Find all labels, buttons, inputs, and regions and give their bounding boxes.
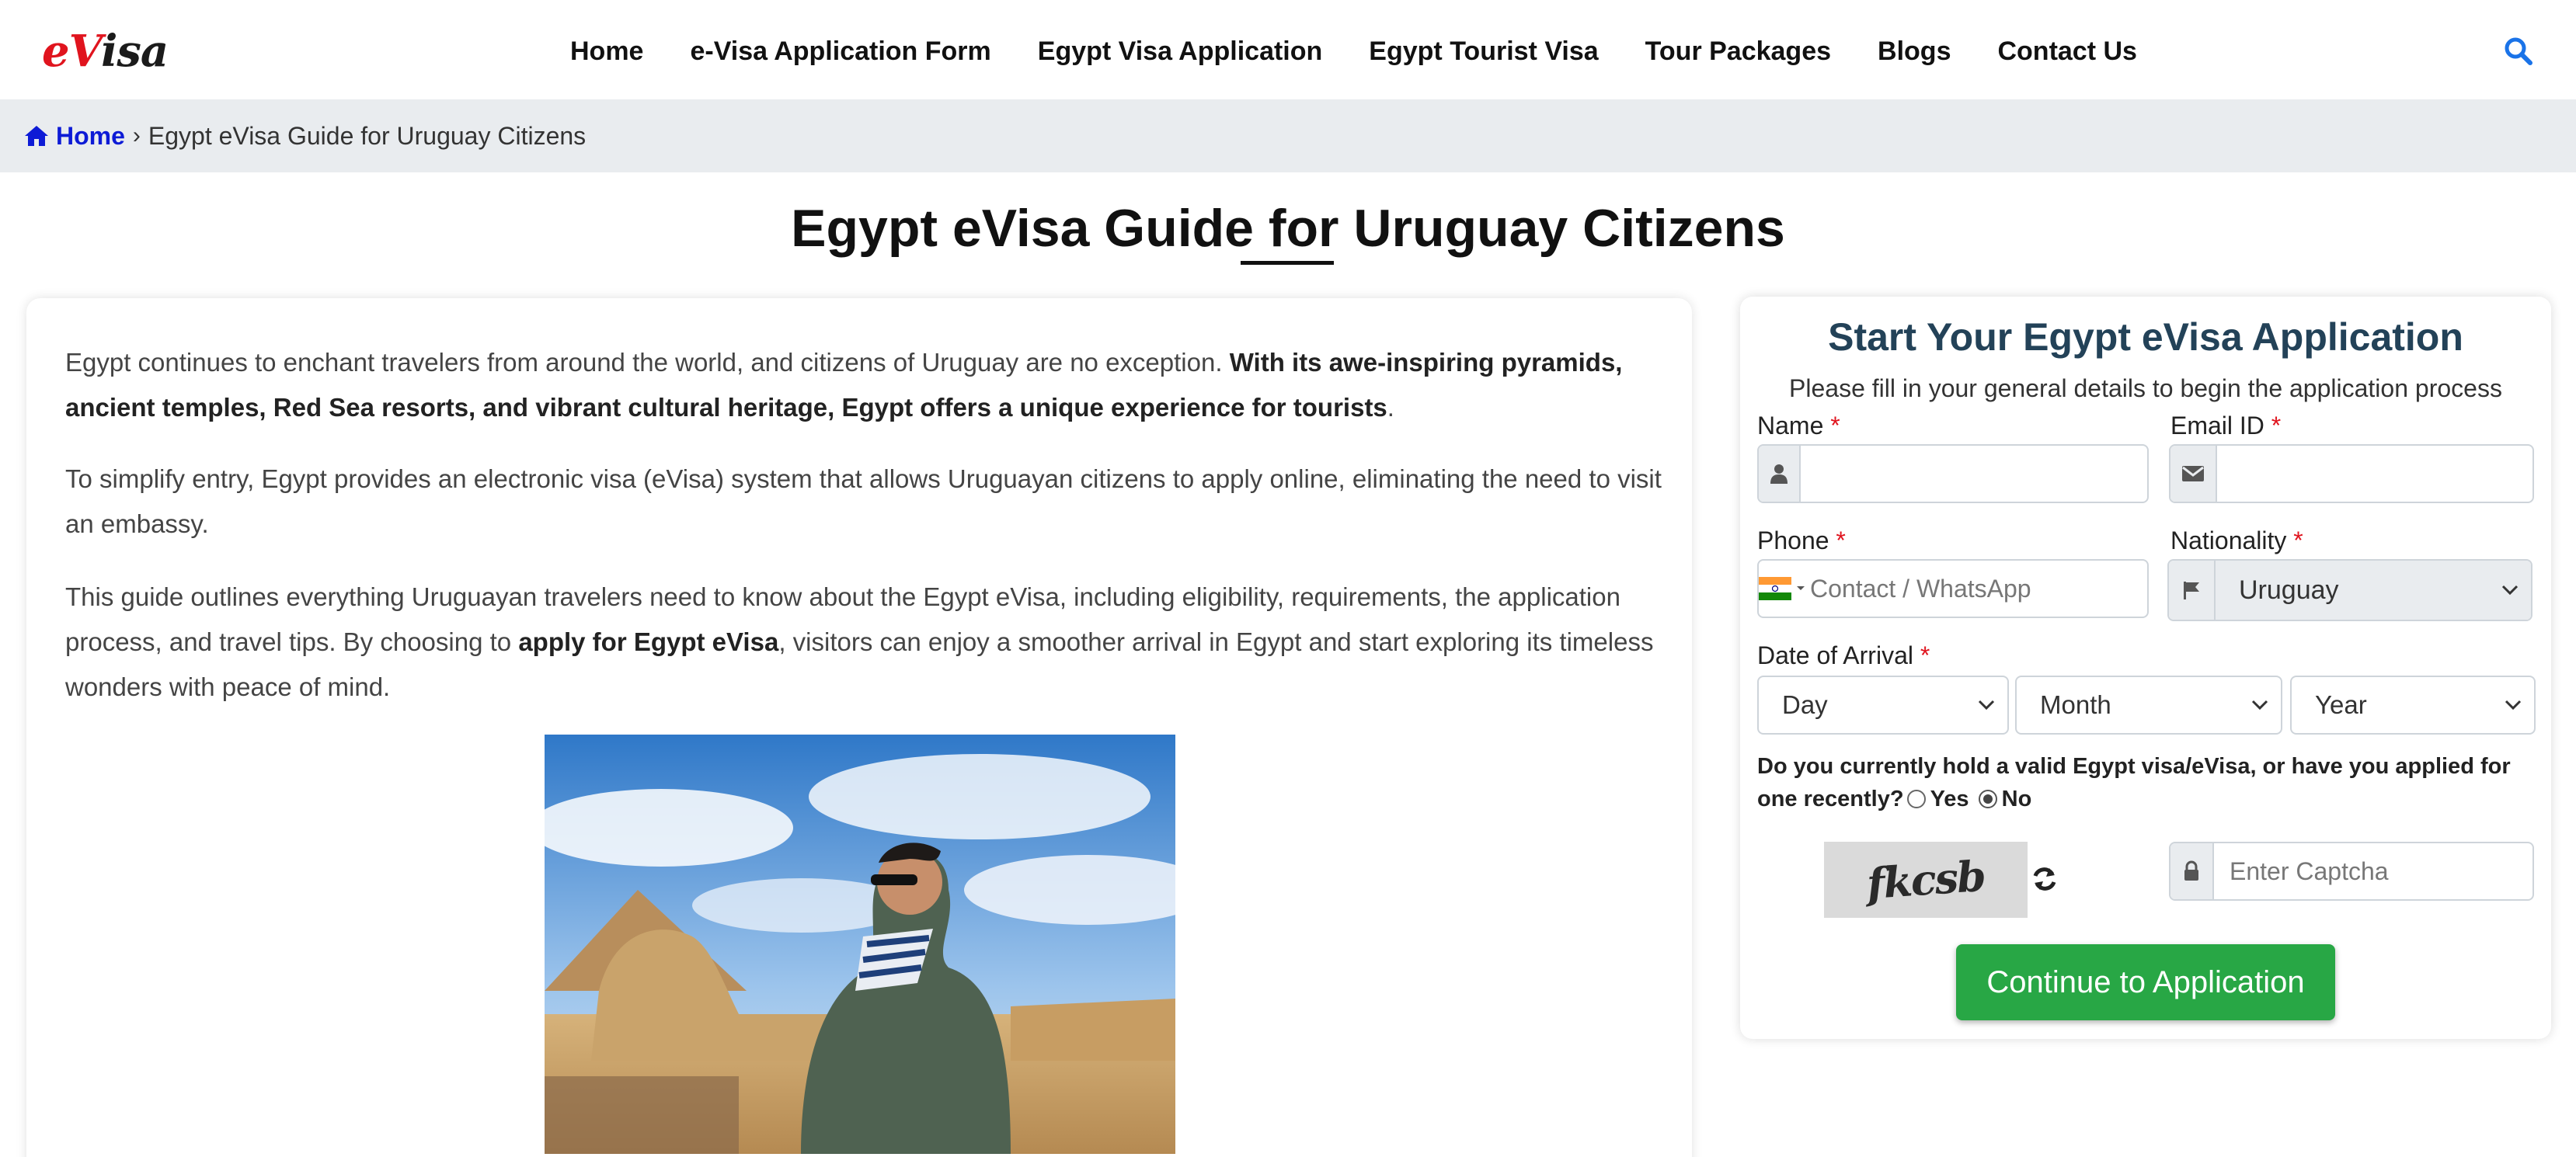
- arrival-month-select[interactable]: Month: [2015, 676, 2282, 735]
- email-field: [2169, 444, 2534, 503]
- form-title: Start Your Egypt eVisa Application: [1828, 315, 2463, 359]
- envelope-icon: [2170, 446, 2217, 502]
- captcha-input[interactable]: [2214, 843, 2532, 899]
- nav-egypt-tourist-visa[interactable]: Egypt Tourist Visa: [1369, 30, 1598, 73]
- nav-blogs[interactable]: Blogs: [1878, 30, 1951, 73]
- radio-no-label: No: [2001, 787, 2032, 811]
- user-icon: [1759, 446, 1801, 502]
- arrival-day-select[interactable]: Day: [1757, 676, 2009, 735]
- arrival-year-select[interactable]: Year: [2290, 676, 2536, 735]
- phone-label: Phone *: [1757, 526, 1846, 554]
- logo-text-ev: eV: [42, 26, 102, 77]
- name-input[interactable]: [1801, 446, 2147, 502]
- arrival-label: Date of Arrival *: [1757, 641, 1930, 669]
- radio-yes-label: Yes: [1930, 787, 1969, 811]
- nav-evisa-application-form[interactable]: e-Visa Application Form: [690, 30, 990, 73]
- captcha-image: fkcsb: [1824, 842, 2028, 918]
- existing-visa-question: Do you currently hold a valid Egypt visa…: [1757, 754, 2511, 811]
- nav-egypt-visa-application[interactable]: Egypt Visa Application: [1038, 30, 1323, 73]
- captcha-field: [2169, 842, 2534, 901]
- breadcrumb-current: Egypt eVisa Guide for Uruguay Citizens: [148, 121, 587, 150]
- chevron-down-icon: [2505, 700, 2522, 711]
- india-flag-icon: [1759, 577, 1791, 600]
- evisa-paragraph: To simplify entry, Egypt provides an ele…: [65, 464, 1662, 538]
- chevron-down-icon: [2251, 700, 2268, 711]
- home-icon: [25, 126, 48, 146]
- continue-to-application-button[interactable]: Continue to Application: [1956, 944, 2335, 1020]
- phone-input[interactable]: [1805, 561, 2147, 617]
- page-title: Egypt eVisa Guide for Uruguay Citizens: [791, 199, 1785, 258]
- lock-icon: [2170, 843, 2214, 899]
- flag-icon: [2169, 561, 2216, 620]
- form-subtitle: Please fill in your general details to b…: [1789, 374, 2502, 402]
- top-navbar: eVisa Home e-Visa Application Form Egypt…: [0, 0, 2576, 99]
- sphinx-traveler-photo: [545, 735, 1175, 1154]
- nationality-label: Nationality *: [2170, 526, 2303, 554]
- chevron-down-icon: [1978, 700, 1995, 711]
- name-label: Name *: [1757, 412, 1840, 440]
- guide-paragraph: This guide outlines everything Uruguayan…: [65, 582, 1654, 701]
- evisa-start-form: Start Your Egypt eVisa Application Pleas…: [1740, 297, 2551, 1039]
- nav-home[interactable]: Home: [570, 30, 643, 73]
- nationality-value: Uruguay: [2239, 575, 2339, 605]
- intro-paragraph: Egypt continues to enchant travelers fro…: [65, 348, 1623, 422]
- article-card: Egypt continues to enchant travelers fro…: [26, 298, 1692, 1157]
- email-label: Email ID *: [2170, 412, 2282, 440]
- breadcrumb-home-link[interactable]: Home: [23, 122, 125, 151]
- breadcrumb-home-label: Home: [56, 121, 125, 150]
- radio-no[interactable]: [1978, 790, 1997, 808]
- refresh-captcha-icon[interactable]: [2029, 863, 2060, 895]
- title-underline: [1241, 261, 1334, 265]
- chevron-down-icon: [2501, 585, 2519, 596]
- breadcrumb-separator: ›: [132, 123, 141, 148]
- nav-contact-us[interactable]: Contact Us: [1997, 30, 2136, 73]
- country-code-dropdown[interactable]: [1759, 561, 1805, 617]
- name-field: [1757, 444, 2149, 503]
- site-logo[interactable]: eVisa: [42, 26, 169, 77]
- radio-yes[interactable]: [1906, 790, 1926, 808]
- apply-evisa-link[interactable]: apply for Egypt eVisa: [518, 627, 778, 656]
- caret-down-icon: [1797, 586, 1805, 590]
- email-input[interactable]: [2217, 446, 2532, 502]
- main-nav: Home e-Visa Application Form Egypt Visa …: [570, 30, 2184, 73]
- breadcrumb: Home › Egypt eVisa Guide for Uruguay Cit…: [0, 99, 2576, 172]
- search-icon[interactable]: [2503, 36, 2534, 67]
- nationality-select[interactable]: Uruguay: [2167, 559, 2532, 621]
- nav-tour-packages[interactable]: Tour Packages: [1645, 30, 1831, 73]
- phone-field: [1757, 559, 2149, 618]
- logo-text-isa: isa: [101, 26, 169, 77]
